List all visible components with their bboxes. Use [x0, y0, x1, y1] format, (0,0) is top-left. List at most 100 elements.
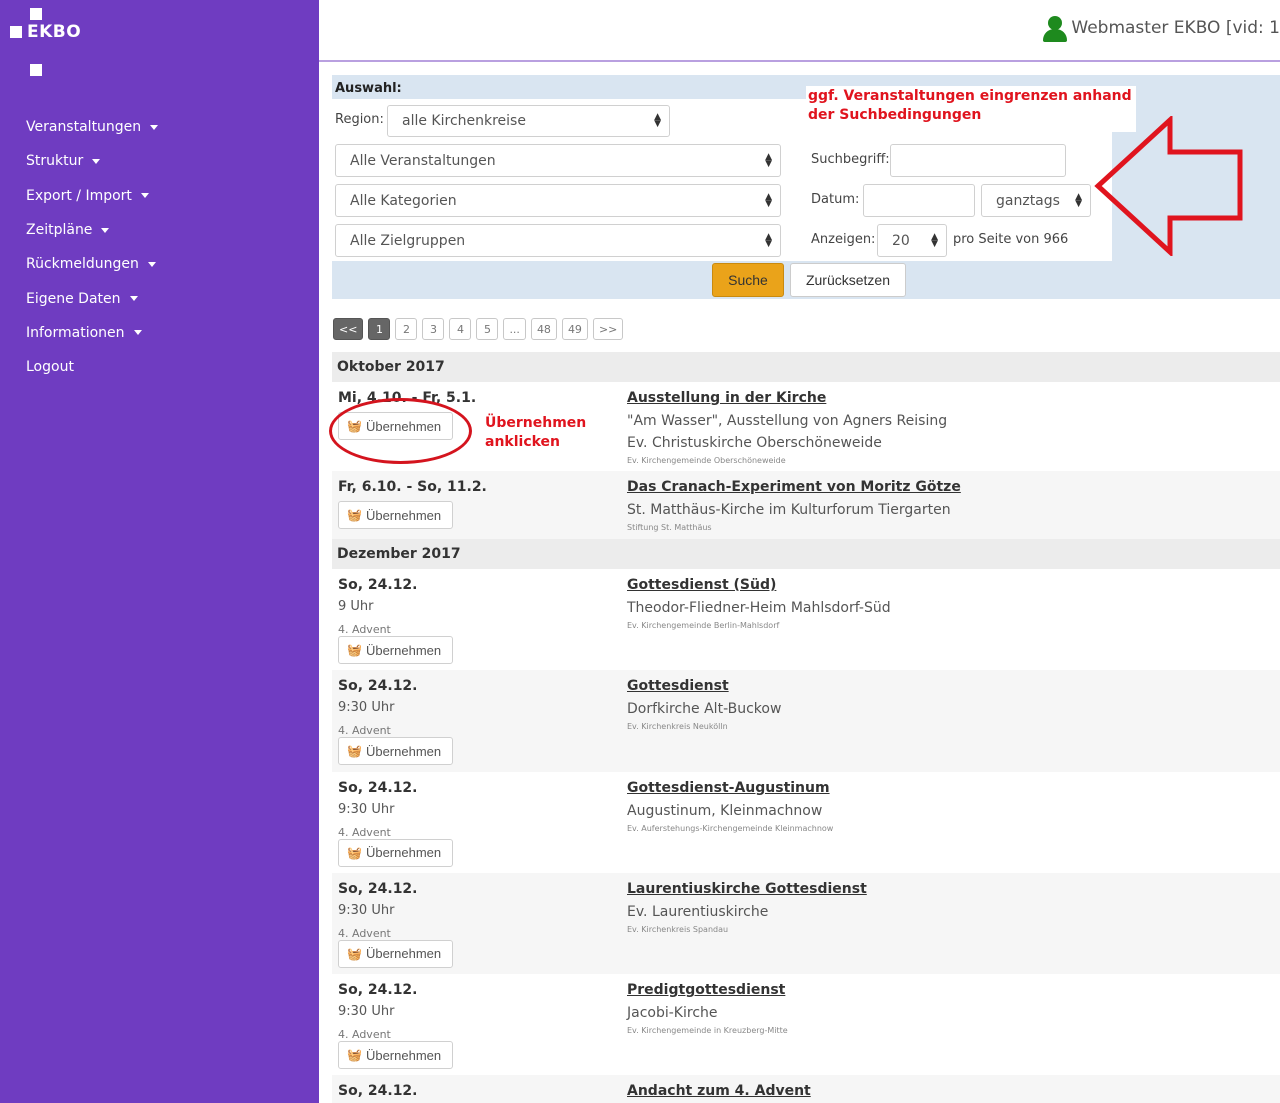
sidebar-item-informationen[interactable]: Informationen: [26, 316, 158, 350]
basket-icon: 🧺: [347, 744, 362, 759]
event-title-link[interactable]: Das Cranach-Experiment von Moritz Götze: [627, 479, 961, 495]
time-select-value: ganztags: [996, 192, 1060, 209]
sidebar-item-export-import[interactable]: Export / Import: [26, 179, 158, 213]
select-arrows-icon: ▲ ▼: [765, 231, 772, 249]
select-arrows-icon: ▲ ▼: [931, 231, 938, 249]
event-date: So, 24.12.: [338, 678, 418, 695]
sidebar-item-struktur[interactable]: Struktur: [26, 144, 158, 178]
event-location: Ev. Laurentiuskirche: [627, 903, 769, 920]
pagination-item[interactable]: 3: [422, 318, 445, 340]
pagination-item[interactable]: <<: [333, 318, 364, 340]
pagination-item[interactable]: >>: [592, 318, 624, 340]
sidebar-item-label: Eigene Daten: [26, 290, 121, 307]
event-organizer: Ev. Kirchengemeinde Berlin-Mahlsdorf: [627, 621, 780, 630]
take-over-hint-line: Übernehmen: [485, 415, 587, 431]
event-location: Dorfkirche Alt-Buckow: [627, 701, 782, 718]
time-select[interactable]: ganztags ▲ ▼: [981, 184, 1091, 217]
pagination-item[interactable]: 1: [368, 318, 391, 340]
sidebar-item-eigene-daten[interactable]: Eigene Daten: [26, 281, 158, 315]
sidebar: EKBO Veranstaltungen Struktur Export / Imp…: [0, 0, 319, 1103]
caret-down-icon: [147, 261, 156, 267]
event-time: 9:30 Uhr: [338, 1004, 395, 1020]
pagination-item[interactable]: 49: [561, 318, 588, 340]
event-title-link[interactable]: Gottesdienst (Süd): [627, 577, 776, 593]
event-occasion: 4. Advent: [338, 724, 391, 738]
event-subtitle: "Am Wasser", Ausstellung von Agners Reis…: [627, 413, 948, 429]
event-location: Augustinum, Kleinmachnow: [627, 802, 823, 819]
event-title-link[interactable]: Laurentiuskirche Gottesdienst: [627, 881, 867, 897]
basket-icon: 🧺: [347, 508, 362, 522]
sidebar-nav: Veranstaltungen Struktur Export / Import Ze…: [26, 110, 159, 384]
sidebar-item-label: Export / Import: [26, 187, 132, 204]
search-button[interactable]: Suche: [712, 263, 784, 297]
event-row: Mi, 4.10. - Fr, 5.1. 🧺 Übernehmen Ausstellu…: [332, 382, 1280, 471]
event-time: 9:30 Uhr: [338, 801, 395, 817]
sidebar-item-logout[interactable]: Logout: [26, 350, 158, 384]
event-title-link[interactable]: Gottesdienst: [627, 678, 729, 694]
event-location: Theodor-Fliedner-Heim Mahlsdorf-Süd: [627, 600, 891, 616]
event-time: 9:30 Uhr: [338, 902, 395, 918]
sidebar-item-veranstaltungen[interactable]: Veranstaltungen: [26, 110, 159, 144]
sidebar-item-label: Rückmeldungen: [26, 256, 139, 273]
event-location: Ev. Christuskirche Oberschöneweide: [627, 435, 882, 451]
filter-hint-annotation: ggf. Veranstaltungen eingrenzen anhand d…: [806, 86, 1136, 132]
event-title-link[interactable]: Ausstellung in der Kirche: [627, 390, 826, 406]
caret-down-icon: [92, 158, 101, 164]
sidebar-item-label: Informationen: [26, 324, 125, 341]
sidebar-item-zeitpläne[interactable]: Zeitpläne: [26, 213, 158, 247]
event-organizer: Ev. Kirchengemeinde in Kreuzberg-Mitte: [627, 1026, 788, 1036]
event-date: So, 24.12.: [338, 982, 418, 999]
take-over-label: Übernehmen: [365, 743, 442, 759]
logo[interactable]: EKBO: [10, 22, 81, 42]
pagination-item[interactable]: ...: [503, 318, 526, 340]
logo-square-icon: [30, 64, 42, 76]
event-title-link[interactable]: Gottesdienst-Augustinum: [627, 780, 830, 796]
take-over-button[interactable]: 🧺 Übernehmen: [338, 939, 453, 968]
top-header: Webmaster EKBO [vid: 1: [319, 0, 1280, 62]
sidebar-item-label: Logout: [26, 359, 74, 376]
sidebar-item-rückmeldungen[interactable]: Rückmeldungen: [26, 247, 158, 281]
events-select[interactable]: Alle Veranstaltungen ▲ ▼: [335, 144, 781, 177]
categories-select[interactable]: Alle Kategorien ▲ ▼: [335, 184, 781, 217]
user-menu[interactable]: Webmaster EKBO [vid: 1: [1042, 14, 1280, 42]
search-input[interactable]: [890, 144, 1066, 177]
show-label: Anzeigen:: [811, 232, 876, 247]
take-over-label: Übernehmen: [365, 642, 442, 658]
user-icon: [1042, 14, 1068, 42]
take-over-button[interactable]: 🧺 Übernehmen: [338, 737, 453, 766]
take-over-hint-annotation: Übernehmen anklicken: [485, 414, 586, 452]
app-name: EKBO: [27, 22, 82, 42]
date-input[interactable]: [863, 184, 975, 217]
sidebar-item-label: Struktur: [26, 153, 84, 170]
event-list: Oktober 2017 Mi, 4.10. - Fr, 5.1. 🧺 Überneh…: [332, 352, 1280, 1103]
take-over-button[interactable]: 🧺 Übernehmen: [338, 838, 453, 867]
basket-icon: 🧺: [347, 845, 362, 860]
select-arrows-icon: ▲ ▼: [1075, 191, 1082, 209]
pagination-item[interactable]: 4: [449, 318, 472, 340]
pagination: << 1 2 3 4 5... 48 49 >>: [333, 318, 628, 340]
pagination-item[interactable]: 5: [476, 318, 499, 340]
event-title-link[interactable]: Andacht zum 4. Advent: [627, 1083, 811, 1099]
pagination-item[interactable]: 48: [530, 318, 557, 340]
take-over-button[interactable]: 🧺 Übernehmen: [338, 636, 453, 664]
event-row: Fr, 6.10. - So, 11.2. 🧺 Übernehmen Das Cran…: [332, 471, 1280, 539]
left-arrow-annotation-icon: [1094, 116, 1243, 256]
targets-select[interactable]: Alle Zielgruppen ▲ ▼: [335, 224, 781, 257]
region-select[interactable]: alle Kirchenkreise ▲ ▼: [387, 105, 670, 137]
event-occasion: 4. Advent: [338, 926, 391, 940]
pagination-item[interactable]: 2: [395, 318, 418, 340]
event-date: So, 24.12.: [338, 779, 418, 796]
event-location: Jacobi-Kirche: [627, 1005, 718, 1022]
show-select[interactable]: 20 ▲ ▼: [877, 224, 947, 257]
reset-button[interactable]: Zurücksetzen: [790, 263, 906, 297]
take-over-button[interactable]: 🧺 Übernehmen: [338, 1041, 453, 1070]
take-over-button[interactable]: 🧺 Übernehmen: [338, 501, 453, 529]
select-arrows-icon: ▲ ▼: [765, 151, 772, 169]
select-arrows-icon: ▲ ▼: [654, 112, 661, 129]
sidebar-item-label: Veranstaltungen: [26, 119, 142, 136]
events-select-value: Alle Veranstaltungen: [350, 152, 496, 169]
event-row: So, 24.12. 9:30 Uhr 4. Advent 🧺 Übernehmen La…: [332, 872, 1280, 975]
event-title-link[interactable]: Predigtgottesdienst: [627, 982, 785, 998]
event-row: So, 24.12. 9:30 Uhr 4. Advent 🧺 Übernehmen Go…: [332, 670, 1280, 772]
month-header: Dezember 2017: [332, 539, 1280, 569]
